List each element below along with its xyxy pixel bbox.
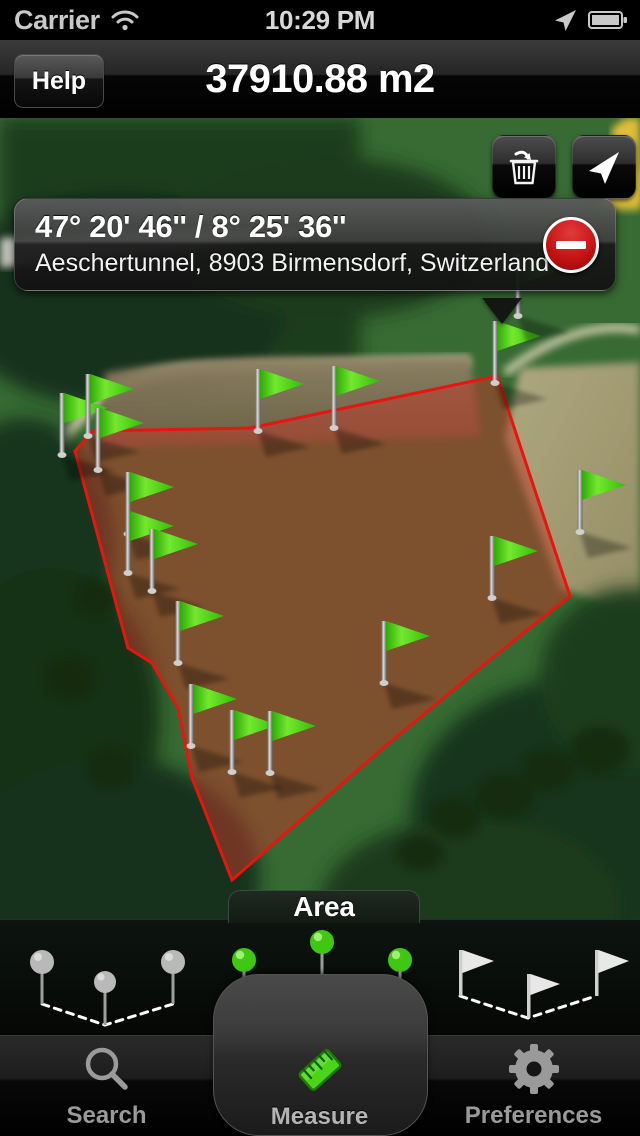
remove-point-button[interactable]	[543, 216, 599, 273]
help-button[interactable]: Help	[14, 54, 104, 108]
flag-pole	[255, 369, 261, 431]
flag-pole	[381, 621, 387, 683]
flag-pole	[149, 529, 155, 591]
flag-pole	[489, 536, 495, 598]
tab-preferences[interactable]: Preferences	[427, 1036, 640, 1136]
flag-base	[93, 467, 103, 473]
flag-base	[329, 425, 339, 431]
tab-measure-label: Measure	[270, 1103, 369, 1130]
flag-pole	[188, 684, 194, 746]
white-flags-path-icon	[458, 950, 629, 1020]
location-arrow-icon	[555, 10, 576, 31]
flag-base	[379, 680, 389, 686]
flag-base	[265, 770, 275, 776]
map-callout[interactable]: 47° 20' 46'' / 8° 25' 36'' Aeschertunnel…	[14, 198, 616, 291]
no-entry-remove-icon	[556, 240, 586, 249]
flag-base	[227, 769, 237, 775]
flag-base	[490, 380, 500, 386]
flag-pole	[95, 408, 101, 470]
flag-pole	[59, 393, 65, 455]
flag-pole	[175, 601, 181, 663]
battery-icon	[588, 11, 627, 29]
status-bar-clock: 10:29 PM	[264, 4, 376, 35]
navigation-arrow-icon	[589, 152, 619, 184]
callout-coordinates: 47° 20' 46'' / 8° 25' 36''	[35, 209, 347, 244]
map-view[interactable]: 47° 20' 46'' / 8° 25' 36'' Aeschertunnel…	[0, 118, 640, 919]
flag-base	[253, 428, 263, 434]
grey-pins-path-icon	[30, 950, 185, 1027]
flag-base	[147, 588, 157, 594]
status-bar-right	[552, 0, 628, 40]
flag-pole	[85, 374, 91, 436]
tab-bar: Search Measure Preferences	[0, 974, 640, 1136]
active-mode-tab[interactable]: Area	[228, 890, 420, 923]
flag-pole	[125, 511, 131, 573]
callout-address: Aeschertunnel, 8903 Birmensdorf, Switzer…	[35, 249, 550, 277]
flag-pole	[331, 366, 337, 428]
tab-search[interactable]: Search	[0, 1036, 213, 1136]
tab-measure[interactable]: Measure	[213, 1036, 426, 1136]
flag-pole	[229, 710, 235, 772]
mode-option-distance[interactable]	[10, 930, 210, 1030]
trash-icon	[509, 150, 539, 185]
status-bar: Carrier 10:29 PM	[0, 0, 640, 40]
gear-icon	[508, 1044, 559, 1094]
flag-base	[575, 529, 585, 535]
flag-pole	[267, 711, 273, 773]
flag-base	[57, 452, 67, 458]
mode-option-path[interactable]	[436, 930, 636, 1030]
search-icon	[85, 1047, 128, 1090]
tab-preferences-label: Preferences	[464, 1102, 603, 1129]
callout-tail	[482, 298, 522, 324]
navigation-bar: 37910.88 m2 Help	[0, 40, 640, 119]
flag-base	[487, 595, 497, 601]
tab-search-label: Search	[66, 1102, 147, 1129]
flag-base	[186, 743, 196, 749]
delete-measurement-button[interactable]	[492, 135, 556, 199]
active-mode-label: Area	[293, 891, 355, 922]
flag-base	[83, 433, 93, 439]
app-root: Carrier 10:29 PM 37910.88 m2 Help 47° 20…	[0, 0, 640, 1136]
flag-pole	[577, 470, 583, 532]
flag-base	[173, 660, 183, 666]
ruler-icon	[298, 1049, 341, 1091]
flag-pole	[492, 321, 498, 383]
locate-me-button[interactable]	[572, 135, 636, 199]
flag-base	[123, 570, 133, 576]
